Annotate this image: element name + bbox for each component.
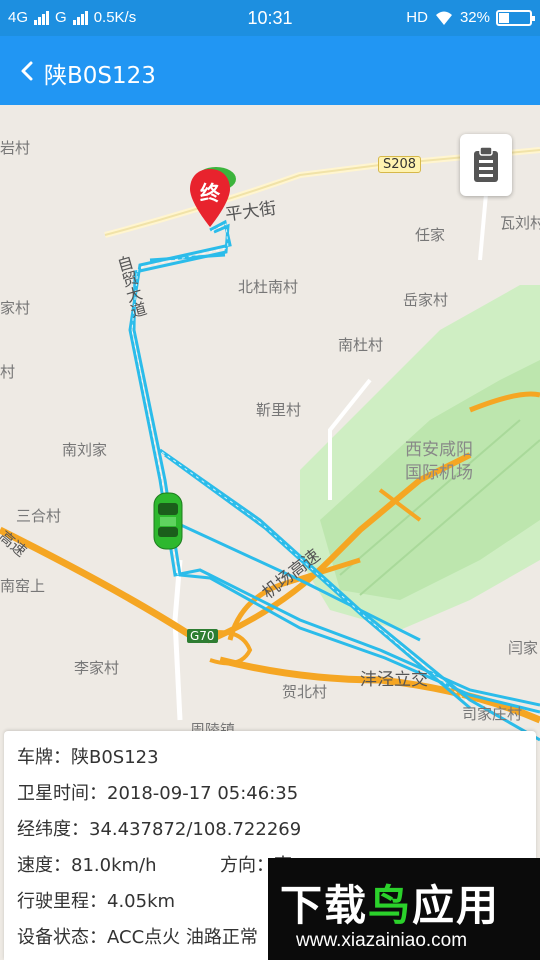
device-status-row: 设备状态：ACC点火 油路正常 <box>17 927 258 948</box>
trip-list-button[interactable] <box>460 134 512 196</box>
map-label: 岩村 <box>0 139 31 157</box>
map-label: 北杜南村 <box>238 278 299 296</box>
gps-time-row: 卫星时间：2018-09-17 05:46:35 <box>17 783 299 804</box>
watermark-logo: 下载鸟应用 www.xiazainiao.com <box>268 858 540 960</box>
watermark-title: 下载鸟应用 <box>280 872 500 933</box>
chevron-left-icon[interactable] <box>14 56 42 86</box>
watermark-text-green: 鸟 <box>368 881 413 930</box>
wifi-icon <box>435 11 452 25</box>
map-label: 任家 <box>415 226 446 244</box>
clipboard-icon <box>474 146 498 182</box>
watermark-url: www.xiazainiao.com <box>296 930 468 951</box>
road-badge-s208: S208 <box>378 156 422 173</box>
car-icon[interactable] <box>151 491 185 551</box>
watermark-text: 下载 <box>280 881 369 930</box>
plate-row: 车牌：陕B0S123 <box>17 747 159 768</box>
speed-row: 速度：81.0km/h <box>17 855 157 876</box>
map-label: 西安咸阳 <box>405 440 473 460</box>
map-label: 村 <box>0 363 16 381</box>
end-marker-label: 终 <box>200 181 220 205</box>
map-label: 家村 <box>0 299 31 317</box>
map-label: 岳家村 <box>403 291 449 309</box>
map-label: 司家庄村 <box>462 705 523 723</box>
status-bar: 4G G 0.5K/s 10:31 HD 32% <box>0 0 540 36</box>
map-label: 瓦刘村 <box>500 214 540 232</box>
battery-icon <box>496 9 535 26</box>
map-label: 南窑上 <box>0 577 46 595</box>
battery-percent: 32% <box>459 9 490 26</box>
map-label: 南刘家 <box>62 441 108 459</box>
road-badge-g70: G70 <box>187 629 218 643</box>
map-label: 三合村 <box>16 507 62 525</box>
latlng-row: 经纬度：34.437872/108.722269 <box>17 819 302 840</box>
map-label: 贺北村 <box>282 683 328 701</box>
status-right: HD 32% <box>406 9 535 26</box>
map-label: 李家村 <box>74 659 120 677</box>
hd-label: HD <box>406 9 428 26</box>
map-label: 闫家 <box>508 639 539 657</box>
map-label: 国际机场 <box>405 463 473 483</box>
nav-bar: 陕B0S123 <box>0 36 540 105</box>
watermark-text: 应用 <box>412 881 501 930</box>
mileage-row: 行驶里程：4.05km <box>17 891 176 912</box>
map-label: 靳里村 <box>256 401 302 419</box>
map-label: 沣泾立交 <box>360 670 428 690</box>
page-title: 陕B0S123 <box>44 63 156 89</box>
end-marker[interactable]: 终 <box>186 165 238 231</box>
map-label: 南杜村 <box>338 336 384 354</box>
